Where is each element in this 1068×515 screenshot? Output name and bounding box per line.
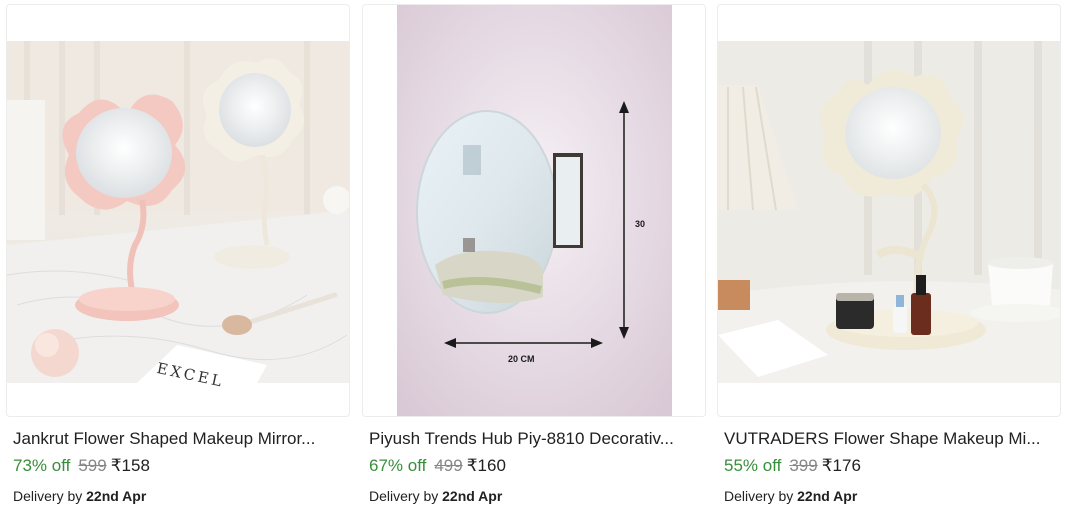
delivery-info: Delivery by 22nd Apr	[369, 486, 502, 506]
product-grid: EXCEL Jankrut Flower Shaped Makeup Mirro…	[0, 0, 1068, 515]
price-row: 67% off 499 ₹160	[369, 455, 506, 477]
discount-badge: 73% off	[13, 456, 71, 475]
delivery-date: 22nd Apr	[442, 488, 503, 504]
product-title[interactable]: Piyush Trends Hub Piy-8810 Decorativ...	[369, 428, 705, 450]
original-price: 499	[434, 456, 463, 475]
original-price: 399	[789, 456, 818, 475]
discount-badge: 67% off	[369, 456, 427, 475]
discount-badge: 55% off	[724, 456, 782, 475]
product-image[interactable]: EXCEL	[6, 4, 350, 417]
delivery-label: Delivery by	[724, 488, 794, 504]
selling-price: ₹158	[110, 456, 150, 475]
height-dimension-label: 30	[635, 219, 645, 229]
product-card[interactable]: 30 20 CM Piyush Trends Hub Piy-8810 Deco…	[362, 4, 706, 510]
product-card[interactable]: EXCEL Jankrut Flower Shaped Makeup Mirro…	[6, 4, 350, 510]
product-card[interactable]: VUTRADERS Flower Shape Makeup Mi... 55% …	[717, 4, 1061, 510]
width-dimension-label: 20 CM	[508, 354, 535, 364]
product-image[interactable]	[717, 4, 1061, 417]
delivery-date: 22nd Apr	[797, 488, 858, 504]
product-title[interactable]: Jankrut Flower Shaped Makeup Mirror...	[13, 428, 349, 450]
original-price: 599	[78, 456, 107, 475]
delivery-label: Delivery by	[369, 488, 439, 504]
price-row: 73% off 599 ₹158	[13, 455, 150, 477]
product-title[interactable]: VUTRADERS Flower Shape Makeup Mi...	[724, 428, 1060, 450]
delivery-info: Delivery by 22nd Apr	[13, 486, 146, 506]
product-image[interactable]: 30 20 CM	[362, 4, 706, 417]
selling-price: ₹176	[821, 456, 861, 475]
delivery-date: 22nd Apr	[86, 488, 147, 504]
selling-price: ₹160	[466, 456, 506, 475]
price-row: 55% off 399 ₹176	[724, 455, 861, 477]
delivery-info: Delivery by 22nd Apr	[724, 486, 857, 506]
delivery-label: Delivery by	[13, 488, 83, 504]
